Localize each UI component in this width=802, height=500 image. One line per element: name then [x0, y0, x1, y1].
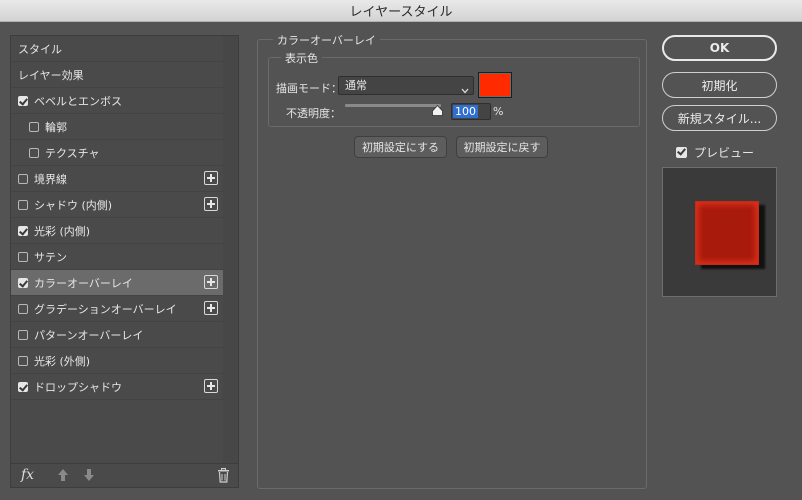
- add-effect-icon[interactable]: [204, 171, 218, 185]
- preview-square: [695, 201, 759, 265]
- opacity-input[interactable]: 100: [451, 103, 491, 120]
- style-list-item-label: ベベルとエンボス: [34, 94, 122, 108]
- style-checkbox[interactable]: [18, 95, 28, 106]
- style-list-item-label: 光彩 (外側): [34, 354, 91, 368]
- style-list-item[interactable]: カラーオーバーレイ: [11, 270, 223, 296]
- new-style-button[interactable]: 新規スタイル...: [662, 105, 777, 131]
- reset-to-default-button[interactable]: 初期設定に戻す: [456, 136, 548, 158]
- style-checkbox[interactable]: [18, 251, 28, 262]
- style-list-scrollbar[interactable]: [223, 36, 238, 463]
- style-list-item-label: 境界線: [34, 172, 67, 186]
- style-list: スタイルレイヤー効果ベベルとエンボス輪郭テクスチャ境界線シャドウ (内側) 光彩 …: [10, 35, 239, 488]
- style-preview: [662, 167, 777, 297]
- style-list-item-label: カラーオーバーレイ: [34, 276, 133, 290]
- preview-checkbox[interactable]: プレビュー: [676, 144, 754, 161]
- style-list-items: スタイルレイヤー効果ベベルとエンボス輪郭テクスチャ境界線シャドウ (内側) 光彩 …: [11, 36, 223, 400]
- chevron-down-icon: [461, 82, 469, 99]
- style-list-item[interactable]: ベベルとエンボス: [11, 88, 223, 114]
- ok-button[interactable]: OK: [662, 35, 777, 61]
- style-checkbox[interactable]: [18, 225, 28, 236]
- style-list-item[interactable]: 光彩 (外側): [11, 348, 223, 374]
- style-list-item[interactable]: ドロップシャドウ: [11, 374, 223, 400]
- arrow-down-icon[interactable]: [83, 468, 95, 482]
- opacity-unit: %: [493, 105, 504, 118]
- blend-mode-label: 描画モード：: [276, 82, 342, 95]
- style-list-item[interactable]: シャドウ (内側): [11, 192, 223, 218]
- style-checkbox[interactable]: [18, 173, 28, 184]
- style-list-item-label: レイヤー効果: [18, 68, 84, 82]
- style-checkbox[interactable]: [18, 277, 28, 288]
- style-list-item-label: 輪郭: [45, 120, 67, 134]
- style-checkbox[interactable]: [18, 329, 28, 340]
- style-list-footer: fx: [11, 463, 238, 487]
- style-list-item-label: ドロップシャドウ: [34, 380, 122, 394]
- style-list-item[interactable]: 境界線: [11, 166, 223, 192]
- section-title: カラーオーバーレイ: [273, 32, 380, 48]
- blend-mode-value: 通常: [345, 79, 367, 92]
- opacity-label: 不透明度：: [286, 107, 341, 120]
- style-list-item-label: 光彩 (内側): [34, 224, 91, 238]
- overlay-color-swatch[interactable]: [478, 72, 512, 98]
- style-checkbox[interactable]: [29, 147, 39, 158]
- style-list-item-label: シャドウ (内側): [34, 198, 113, 212]
- preview-checkbox-box[interactable]: [676, 147, 687, 158]
- style-checkbox[interactable]: [18, 381, 28, 392]
- fx-button[interactable]: fx: [21, 467, 34, 483]
- opacity-slider-track[interactable]: [345, 104, 441, 107]
- preview-label: プレビュー: [694, 146, 755, 160]
- arrow-up-icon[interactable]: [57, 468, 69, 482]
- reset-button[interactable]: 初期化: [662, 72, 777, 98]
- style-list-item-label: スタイル: [18, 42, 62, 56]
- style-list-item[interactable]: パターンオーバーレイ: [11, 322, 223, 348]
- style-checkbox[interactable]: [18, 303, 28, 314]
- dialog-title: レイヤースタイル: [349, 5, 453, 20]
- style-list-item-label: グラデーションオーバーレイ: [34, 302, 177, 316]
- style-list-item[interactable]: テクスチャ: [11, 140, 223, 166]
- opacity-slider-thumb[interactable]: [432, 104, 443, 116]
- style-checkbox[interactable]: [29, 121, 39, 132]
- dialog-titlebar: レイヤースタイル: [0, 0, 802, 22]
- trash-icon[interactable]: [217, 468, 230, 483]
- style-checkbox[interactable]: [18, 355, 28, 366]
- style-list-item-label: パターンオーバーレイ: [34, 328, 144, 342]
- add-effect-icon[interactable]: [204, 275, 218, 289]
- style-list-item[interactable]: 光彩 (内側): [11, 218, 223, 244]
- style-list-item-label: サテン: [34, 250, 67, 264]
- color-group-title: 表示色: [281, 50, 322, 66]
- make-default-button[interactable]: 初期設定にする: [354, 136, 447, 158]
- style-list-item[interactable]: グラデーションオーバーレイ: [11, 296, 223, 322]
- style-list-item[interactable]: サテン: [11, 244, 223, 270]
- style-list-item[interactable]: スタイル: [11, 36, 223, 62]
- style-list-item-label: テクスチャ: [45, 146, 100, 160]
- opacity-value: 100: [453, 105, 478, 118]
- style-list-item[interactable]: 輪郭: [11, 114, 223, 140]
- blend-mode-select[interactable]: 通常: [338, 76, 474, 95]
- add-effect-icon[interactable]: [204, 301, 218, 315]
- add-effect-icon[interactable]: [204, 197, 218, 211]
- add-effect-icon[interactable]: [204, 379, 218, 393]
- style-list-item[interactable]: レイヤー効果: [11, 62, 223, 88]
- style-checkbox[interactable]: [18, 199, 28, 210]
